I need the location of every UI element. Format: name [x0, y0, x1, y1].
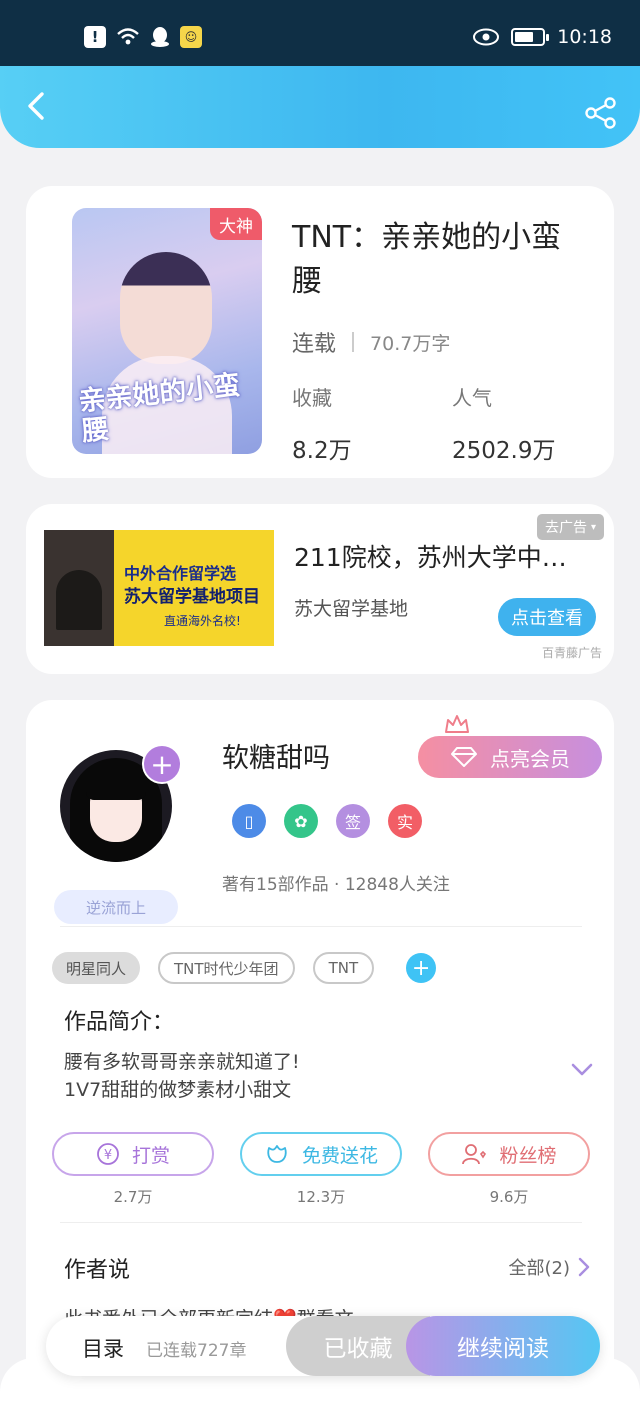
book-info-card: 亲亲她的小蛮腰 大神 TNT：亲亲她的小蛮腰 连载 70.7万字 收藏 8.2万… — [26, 186, 614, 478]
author-name[interactable]: 软糖甜吗 — [222, 736, 330, 775]
divider — [60, 926, 582, 927]
ad-source: 百青藤广告 — [541, 646, 602, 660]
reward-label: 打赏 — [131, 1144, 170, 1167]
ad-image-line2: 苏大留学基地项目 — [124, 587, 260, 607]
crown-icon — [445, 715, 469, 733]
vip-button[interactable]: 点亮会员 — [418, 736, 602, 778]
fans-count: 9.6万 — [489, 1188, 529, 1206]
remove-ad-button[interactable]: 去广告 ▾ — [536, 514, 604, 540]
follow-plus-icon[interactable]: + — [142, 744, 182, 784]
send-flower-label: 免费送花 — [301, 1144, 378, 1167]
status-bar-right: 10:18 — [473, 26, 612, 48]
great-author-badge: 大神 — [210, 208, 262, 240]
book-status: 连载 — [292, 332, 337, 357]
status-bar-left: ! ☺ — [84, 26, 202, 48]
back-arrow-icon[interactable] — [20, 88, 56, 124]
share-icon[interactable] — [584, 96, 618, 130]
honor-verified-badge[interactable]: 实 — [388, 804, 422, 838]
favorites-label: 收藏 — [292, 386, 332, 410]
flower-icon — [267, 1145, 287, 1163]
eye-icon — [473, 28, 500, 46]
fans-icon — [462, 1144, 487, 1165]
fans-ranking-button[interactable]: 粉丝榜 — [428, 1132, 590, 1176]
remove-ad-label: 去广告 — [544, 520, 587, 536]
intro-line: 腰有多软哥哥亲亲就知道了! — [64, 1051, 300, 1073]
tag-item[interactable]: 明星同人 — [52, 952, 141, 984]
alert-icon: ! — [84, 26, 106, 48]
qq-icon — [151, 27, 169, 47]
status-bar: ! ☺ 10:18 — [0, 0, 640, 66]
book-meta: 连载 70.7万字 — [292, 326, 450, 358]
divider — [60, 1222, 582, 1223]
expand-chevron-icon[interactable] — [570, 1062, 594, 1078]
ad-view-button[interactable]: 点击查看 — [498, 598, 596, 636]
add-tag-button[interactable]: + — [406, 953, 437, 983]
diamond-icon — [451, 747, 477, 767]
battery-icon — [511, 28, 550, 46]
svg-text:¥: ¥ — [104, 1148, 112, 1163]
fans-ranking-label: 粉丝榜 — [499, 1144, 557, 1167]
ad-card[interactable]: 中外合作留学选 苏大留学基地项目 直通海外名校! 211院校，苏州大学中… 苏大… — [26, 504, 614, 674]
ad-subtitle: 苏大留学基地 — [294, 598, 409, 620]
ad-image-dome — [56, 570, 102, 630]
chevron-right-icon — [578, 1257, 590, 1277]
intro-heading: 作品简介： — [64, 1010, 175, 1035]
honor-sign-badge[interactable]: 签 — [336, 804, 370, 838]
honor-medal-icon[interactable]: ▯ — [232, 804, 266, 838]
toc-button[interactable]: 目录 — [82, 1333, 124, 1363]
ad-image[interactable]: 中外合作留学选 苏大留学基地项目 直通海外名校! — [44, 530, 274, 646]
reward-count: 2.7万 — [113, 1188, 153, 1206]
intro-text: 腰有多软哥哥亲亲就知道了! 1V7甜甜的做梦素材小甜文 — [64, 1048, 300, 1104]
wifi-icon — [117, 28, 139, 45]
honor-handshake-icon[interactable]: ✿ — [284, 804, 318, 838]
cover-figure — [120, 252, 212, 364]
reward-button[interactable]: ¥ 打赏 — [52, 1132, 214, 1176]
book-cover[interactable]: 亲亲她的小蛮腰 大神 — [72, 208, 262, 454]
favorites-stat: 收藏 8.2万 — [292, 382, 352, 465]
author-stats: 著有15部作品 · 12848人关注 — [222, 875, 450, 895]
chevron-down-icon: ▾ — [590, 521, 596, 533]
author-say-heading: 作者说 — [64, 1258, 131, 1283]
meta-divider — [352, 332, 355, 352]
chapter-count: 已连载727章 — [146, 1341, 247, 1361]
author-card: + 逆流而上 软糖甜吗 点亮会员 ▯ ✿ 签 实 著有15部作品 · 12848… — [26, 700, 614, 1422]
avatar-bangs — [86, 778, 146, 800]
ad-image-line3: 直通海外名校! — [164, 614, 241, 628]
author-say-all-link[interactable]: 全部(2) — [509, 1254, 591, 1280]
ad-image-line1: 中外合作留学选 — [124, 564, 237, 583]
yen-icon: ¥ — [97, 1143, 119, 1165]
send-flower-button[interactable]: 免费送花 — [240, 1132, 402, 1176]
author-say-all-label: 全部(2) — [508, 1258, 571, 1279]
top-header — [0, 66, 640, 148]
popularity-label: 人气 — [452, 386, 492, 410]
continue-reading-button[interactable]: 继续阅读 — [406, 1316, 600, 1376]
flower-count: 12.3万 — [296, 1188, 346, 1206]
intro-line: 1V7甜甜的做梦素材小甜文 — [64, 1079, 292, 1101]
tag-item[interactable]: TNT — [312, 952, 375, 984]
popularity-value: 2502.9万 — [452, 438, 556, 464]
vip-button-label: 点亮会员 — [490, 746, 570, 771]
cover-title: 亲亲她的小蛮腰 — [77, 369, 242, 448]
tag-item[interactable]: TNT时代少年团 — [158, 952, 295, 984]
book-title: TNT：亲亲她的小蛮腰 — [292, 220, 562, 299]
word-count: 70.7万字 — [370, 332, 451, 355]
favorites-value: 8.2万 — [292, 438, 352, 464]
status-time: 10:18 — [557, 26, 612, 48]
popularity-stat: 人气 2502.9万 — [452, 382, 555, 465]
ad-title[interactable]: 211院校，苏州大学中… — [294, 538, 567, 574]
bottom-action-bar: 目录 已连载727章 已收藏 继续阅读 — [46, 1316, 600, 1376]
app-icon: ☺ — [180, 26, 202, 48]
rank-badge: 逆流而上 — [54, 890, 178, 924]
tag-list: 明星同人 TNT时代少年团 TNT + — [52, 952, 437, 984]
honor-badges: ▯ ✿ 签 实 — [232, 804, 422, 838]
